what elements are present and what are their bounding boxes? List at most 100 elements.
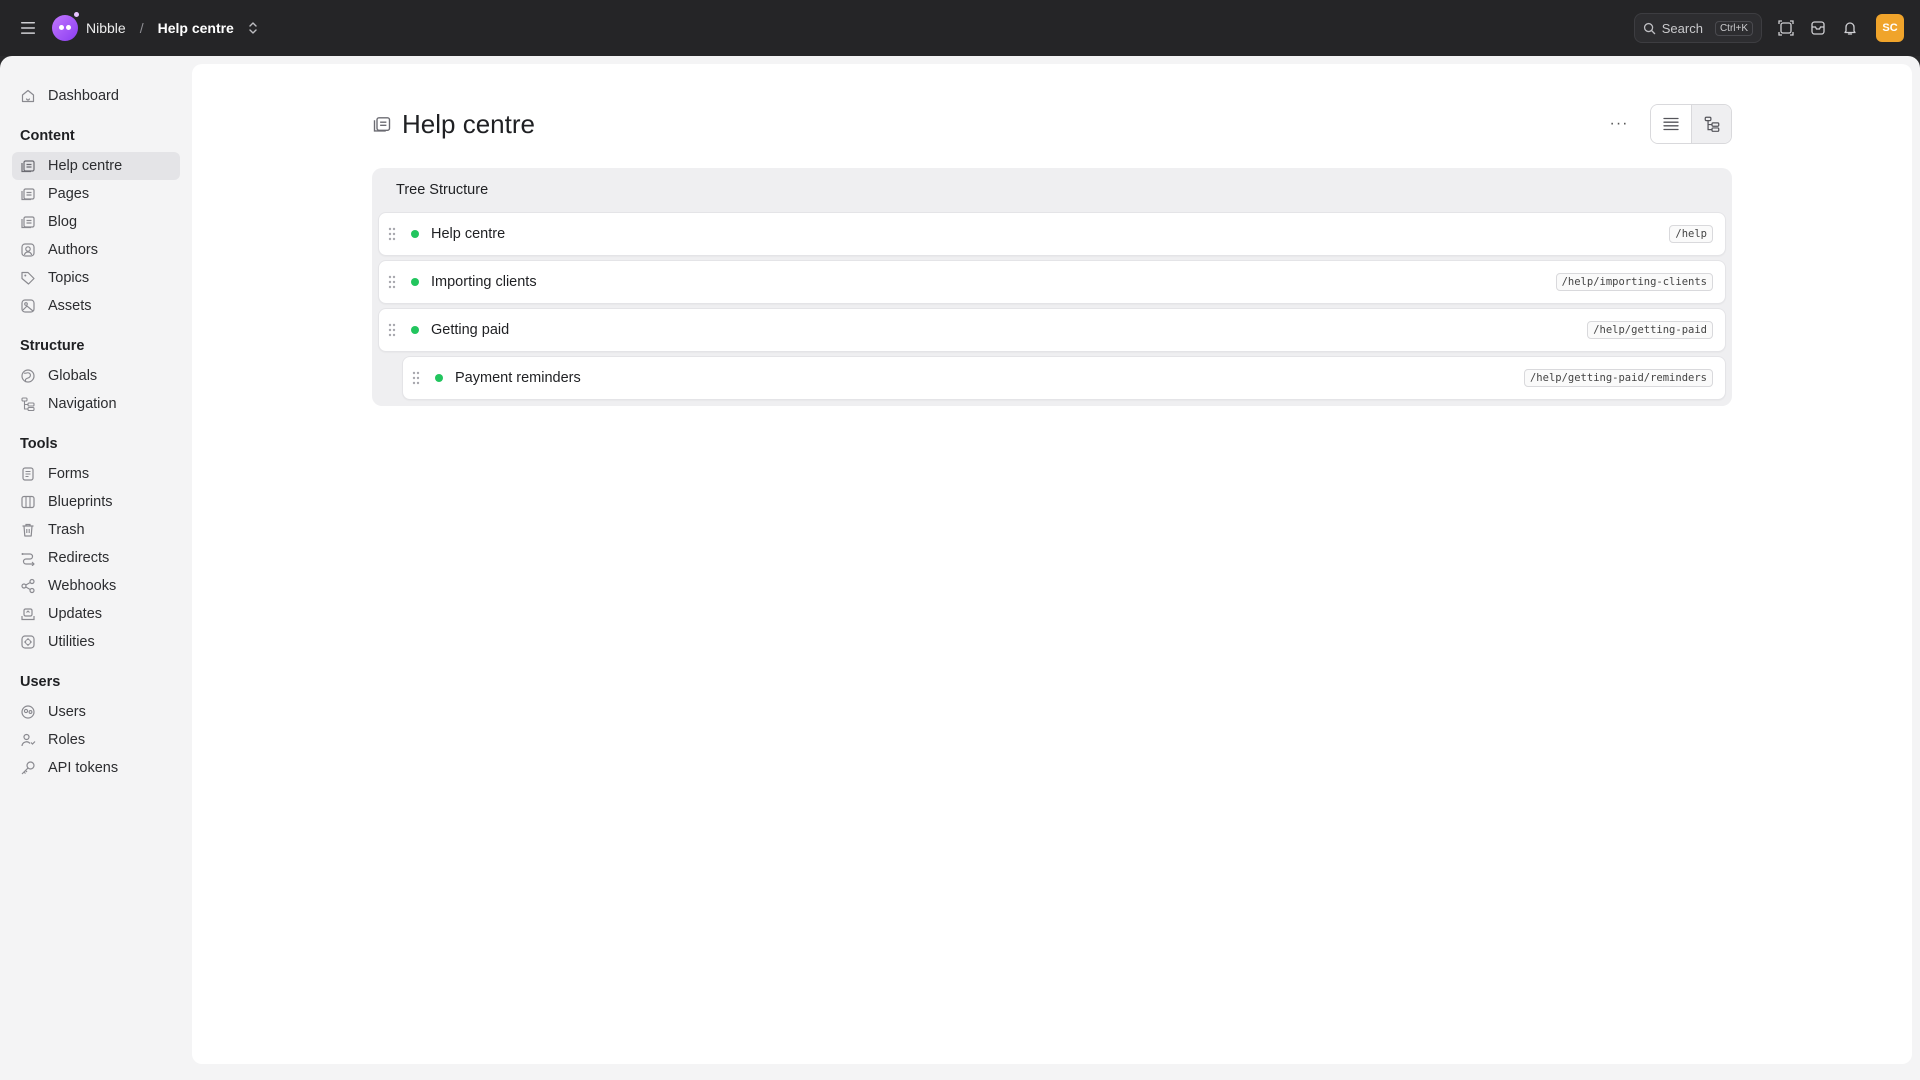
tree-structure-title: Tree Structure [396, 182, 489, 198]
inbox-icon [1811, 21, 1825, 35]
logo-eye-left [59, 24, 64, 30]
sidebar-group-title: Users [20, 674, 61, 690]
top-bar: Nibble / Help centre Search Ctrl+K SC [0, 0, 1920, 56]
tree-row[interactable]: Importing clients /help/importing-client… [378, 260, 1726, 304]
tree-row-title[interactable]: Payment reminders [455, 370, 581, 386]
tree-row[interactable]: Getting paid /help/getting-paid [378, 308, 1726, 352]
tag-icon [20, 270, 36, 286]
section-switcher-button[interactable] [244, 18, 262, 38]
site-name-link[interactable]: Nibble [86, 20, 126, 36]
sidebar-item-label: Topics [48, 270, 90, 286]
app-shell: Dashboard Content Help centre Pages Blog [0, 56, 1920, 1080]
global-search-button[interactable]: Search Ctrl+K [1633, 13, 1762, 43]
sidebar-item-dashboard[interactable]: Dashboard [12, 82, 180, 110]
drag-handle-icon[interactable] [387, 322, 397, 338]
tree-row-slug: /help/getting-paid [1587, 321, 1713, 339]
utilities-icon [20, 634, 36, 650]
sidebar-item-label: Help centre [48, 158, 123, 174]
chevron-up-down-icon [249, 22, 257, 34]
tree-icon [1704, 116, 1719, 132]
sidebar-item-help-centre[interactable]: Help centre [12, 152, 180, 180]
sidebar-item-users[interactable]: Users [12, 698, 180, 726]
tree-view-button[interactable] [1691, 105, 1731, 143]
logo-antenna [74, 12, 79, 17]
blueprint-icon [20, 494, 36, 510]
sidebar-item-utilities[interactable]: Utilities [12, 628, 180, 656]
drag-handle-icon[interactable] [387, 274, 397, 290]
webhook-icon [20, 578, 36, 594]
tree-row-slug: /help [1669, 225, 1713, 243]
more-actions-button[interactable]: ··· [1604, 109, 1634, 139]
breadcrumb-current-section[interactable]: Help centre [158, 20, 234, 36]
sidebar-item-api-tokens[interactable]: API tokens [12, 754, 180, 782]
tree-row-title[interactable]: Help centre [431, 226, 505, 242]
sidebar-item-updates[interactable]: Updates [12, 600, 180, 628]
user-avatar[interactable]: SC [1876, 14, 1904, 42]
updates-icon [20, 606, 36, 622]
drag-handle-icon[interactable] [411, 370, 421, 386]
sidebar-item-globals[interactable]: Globals [12, 362, 180, 390]
view-mode-toggle [1650, 104, 1732, 144]
sidebar-item-assets[interactable]: Assets [12, 292, 180, 320]
page-actions: ··· [1604, 104, 1732, 144]
tree-row-slug: /help/getting-paid/reminders [1523, 369, 1713, 387]
sidebar-item-redirects[interactable]: Redirects [12, 544, 180, 572]
sidebar-item-forms[interactable]: Forms [12, 460, 180, 488]
page-title: Help centre [402, 108, 535, 139]
sidebar-item-roles[interactable]: Roles [12, 726, 180, 754]
site-logo[interactable] [52, 12, 79, 41]
list-view-button[interactable] [1651, 105, 1691, 143]
search-shortcut-badge: Ctrl+K [1714, 20, 1753, 36]
sidebar-item-label: Blog [48, 214, 78, 230]
navigation-icon [20, 396, 36, 412]
sidebar-item-label: Blueprints [48, 494, 113, 510]
sidebar-group-title: Content [20, 128, 75, 144]
sidebar-item-authors[interactable]: Authors [12, 236, 180, 264]
screen-icon [1778, 20, 1794, 36]
sidebar-item-label: Utilities [48, 634, 95, 650]
collection-icon [372, 114, 392, 134]
sidebar-item-pages[interactable]: Pages [12, 180, 180, 208]
sidebar-item-label: Assets [48, 298, 92, 314]
sidebar-item-blog[interactable]: Blog [12, 208, 180, 236]
drag-handle-icon[interactable] [387, 226, 397, 242]
sidebar-item-label: API tokens [48, 760, 119, 776]
tree-structure-card: Tree Structure Help centre /help Importi… [372, 168, 1732, 406]
tree-row-title[interactable]: Importing clients [431, 274, 537, 290]
sidebar-item-label: Authors [48, 242, 98, 258]
roles-icon [20, 732, 36, 748]
bell-icon [1844, 22, 1856, 35]
menu-toggle-button[interactable] [14, 14, 42, 42]
sidebar-item-blueprints[interactable]: Blueprints [12, 488, 180, 516]
sidebar-item-label: Roles [48, 732, 86, 748]
sidebar-item-topics[interactable]: Topics [12, 264, 180, 292]
main-panel: Help centre ··· Tree Structure Help cent… [192, 64, 1912, 1064]
notifications-button[interactable] [1834, 12, 1866, 44]
sidebar-item-label: Forms [48, 466, 90, 482]
tree-row-title[interactable]: Getting paid [431, 322, 509, 338]
published-status-dot [411, 230, 419, 238]
sidebar-item-trash[interactable]: Trash [12, 516, 180, 544]
search-label: Search [1661, 20, 1703, 36]
collection-icon [20, 186, 36, 202]
sidebar-item-label: Users [48, 704, 86, 720]
sidebar-item-label: Dashboard [48, 88, 119, 104]
key-icon [20, 760, 36, 776]
sidebar-item-label: Updates [48, 606, 103, 622]
inbox-button[interactable] [1802, 12, 1834, 44]
form-icon [20, 466, 36, 482]
sidebar-item-webhooks[interactable]: Webhooks [12, 572, 180, 600]
sidebar-item-navigation[interactable]: Navigation [12, 390, 180, 418]
tree-row-child[interactable]: Payment reminders /help/getting-paid/rem… [402, 356, 1726, 400]
collection-icon [20, 158, 36, 174]
hamburger-icon [21, 22, 35, 34]
sidebar-item-label: Webhooks [48, 578, 117, 594]
globe-icon [20, 368, 36, 384]
trash-icon [20, 522, 36, 538]
view-site-button[interactable] [1770, 12, 1802, 44]
tree-row[interactable]: Help centre /help [378, 212, 1726, 256]
top-bar-left: Nibble / Help centre [0, 0, 262, 56]
sidebar-item-label: Trash [48, 522, 85, 538]
list-icon [1663, 117, 1679, 131]
assets-icon [20, 298, 36, 314]
